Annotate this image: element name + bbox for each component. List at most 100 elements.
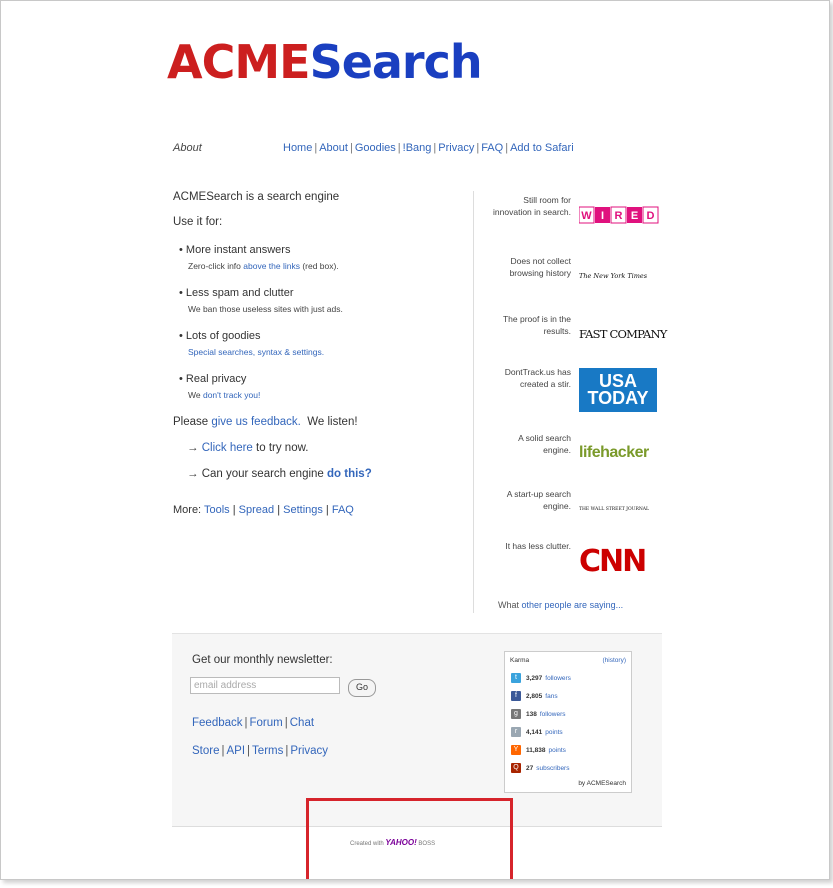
press-quote-text: Still room for innovation in search. [493, 195, 571, 217]
more-settings-link[interactable]: Settings [283, 504, 323, 516]
feedback-line: Please give us feedback. We listen! [173, 416, 358, 428]
bullet-subtext: We don't track you! [188, 390, 261, 400]
press-quote-nyt: Does not collect browsing history The Ne… [481, 256, 663, 296]
twitter-icon: t [511, 673, 521, 683]
cnn-logo: CNN [579, 543, 647, 579]
intro-headline: ACMESearch is a search engine [173, 191, 340, 203]
try-now-line: → Click here to try now. [187, 442, 309, 454]
svg-text:D: D [647, 210, 655, 222]
nyt-logo: The New York Times [579, 272, 648, 280]
nav-about[interactable]: About [319, 142, 348, 154]
reddit-icon: r [511, 727, 521, 737]
svg-text:E: E [631, 210, 638, 222]
karma-row-quora[interactable]: Q 27 subscribers [511, 761, 569, 775]
current-page-label: About [173, 142, 202, 154]
bullet-subtext: Special searches, syntax & settings. [188, 347, 463, 357]
quora-icon: Q [511, 763, 521, 773]
press-quote-text: The proof is in the results. [502, 314, 571, 336]
footer-links-row-2: Store | API | Terms | Privacy [192, 745, 329, 757]
footer-forum-link[interactable]: Forum [250, 717, 283, 729]
nav-bang[interactable]: !Bang [403, 142, 432, 154]
footer-privacy-link[interactable]: Privacy [290, 745, 328, 757]
bullet-less-spam: • Less spam and clutter We ban those use… [179, 287, 463, 314]
nav-home[interactable]: Home [283, 142, 312, 154]
karma-row-reddit[interactable]: r 4,141 points [511, 725, 563, 739]
bullet-title: • Real privacy [179, 373, 247, 385]
email-field[interactable]: email address [190, 677, 340, 694]
bullet-title: • Less spam and clutter [179, 287, 294, 299]
more-faq-link[interactable]: FAQ [332, 504, 354, 516]
footer-chat-link[interactable]: Chat [290, 717, 314, 729]
go-button[interactable]: Go [348, 679, 376, 697]
others-saying-link[interactable]: other people are saying... [522, 600, 624, 610]
above-the-links-link[interactable]: above the links [243, 261, 300, 271]
press-quote-wired: Still room for innovation in search. W I… [481, 195, 663, 235]
karma-widget: Karma (history) t 3,297 followers f 2,805 fa… [504, 651, 632, 793]
wired-logo: W I R E D [579, 195, 661, 235]
bullet-title: • More instant answers [179, 244, 291, 256]
logo-search: Search [309, 35, 483, 89]
nav-faq[interactable]: FAQ [481, 142, 503, 154]
googleplus-icon: g [511, 709, 521, 719]
dont-track-you-link[interactable]: don't track you! [203, 390, 260, 400]
footer-store-link[interactable]: Store [192, 745, 220, 757]
more-spread-link[interactable]: Spread [239, 504, 274, 516]
footer-api-link[interactable]: API [227, 745, 246, 757]
bullet-privacy: • Real privacy We don't track you! [179, 373, 463, 400]
newsletter-title: Get our monthly newsletter: [192, 654, 333, 666]
usatoday-logo: USA TODAY [579, 367, 661, 413]
special-searches-link[interactable]: Special searches, syntax & settings. [188, 347, 324, 357]
footer-links-row-1: Feedback | Forum | Chat [192, 717, 315, 729]
karma-row-facebook[interactable]: f 2,805 fans [511, 689, 558, 703]
svg-text:I: I [601, 210, 604, 222]
bullet-subtext: Zero-click info above the links (red box… [188, 261, 339, 271]
bullet-instant-answers: • More instant answers Zero-click info a… [179, 244, 463, 271]
more-tools-link[interactable]: Tools [204, 504, 230, 516]
wsj-logo: THE WALL STREET JOURNAL [579, 506, 650, 512]
press-quote-text: Does not collect browsing history [509, 256, 571, 278]
column-divider [473, 191, 474, 613]
bullet-title: • Lots of goodies [179, 330, 261, 342]
press-quote-wsj: A start-up search engine. THE WALL STREE… [481, 489, 663, 529]
svg-text:R: R [615, 210, 623, 222]
karma-history-link[interactable]: (history) [603, 657, 626, 664]
use-it-for-label: Use it for: [173, 216, 223, 228]
give-feedback-link[interactable]: give us feedback. [211, 416, 301, 428]
do-this-link[interactable]: do this? [327, 468, 372, 480]
karma-title: Karma [510, 657, 530, 664]
highlight-box [306, 798, 513, 879]
nav-goodies[interactable]: Goodies [355, 142, 396, 154]
press-quote-lifehacker: A solid search engine. lifehacker [481, 433, 663, 473]
press-quote-text: It has less clutter. [505, 541, 571, 551]
intro-column: ACMESearch is a search engine Use it for… [173, 191, 463, 516]
logo-acme: ACME [167, 35, 311, 89]
press-quote-text: DontTrack.us has created a stir. [504, 367, 571, 389]
karma-row-twitter[interactable]: t 3,297 followers [511, 671, 571, 685]
press-quote-cnn: It has less clutter. CNN [481, 541, 663, 581]
karma-row-googleplus[interactable]: g 138 followers [511, 707, 566, 721]
bullet-subtext: We ban those useless sites with just ads… [188, 304, 343, 314]
hackernews-icon: Y [511, 745, 521, 755]
others-saying-line: What other people are saying... [498, 600, 624, 610]
fastcompany-logo: FAST COMPANY [579, 327, 667, 341]
top-nav: Home | About | Goodies | !Bang | Privacy | FAQ | Add… [283, 142, 574, 154]
page: ACMESearch About Home | About | Goodies | !Ban… [0, 0, 830, 880]
press-quote-fastcompany: The proof is in the results. FAST COMPAN… [481, 314, 667, 354]
svg-text:W: W [581, 210, 592, 222]
acmesearch-logo[interactable]: ACMESearch [167, 35, 483, 89]
lifehacker-logo: lifehacker [579, 444, 649, 461]
more-links: More: Tools | Spread | Settings | FAQ [173, 504, 354, 516]
click-here-link[interactable]: Click here [202, 442, 253, 454]
facebook-icon: f [511, 691, 521, 701]
bullet-goodies: • Lots of goodies Special searches, synt… [179, 330, 463, 357]
press-quote-text: A solid search engine. [518, 433, 571, 455]
do-this-line: → Can your search engine do this? [187, 468, 372, 480]
press-quote-text: A start-up search engine. [506, 489, 571, 511]
karma-by-label: by ACMESearch [578, 780, 626, 787]
karma-row-hackernews[interactable]: Y 11,838 points [511, 743, 566, 757]
footer-terms-link[interactable]: Terms [252, 745, 283, 757]
nav-privacy[interactable]: Privacy [438, 142, 474, 154]
nav-add-to-safari[interactable]: Add to Safari [510, 142, 574, 154]
press-quote-usatoday: DontTrack.us has created a stir. USA TOD… [481, 367, 663, 413]
footer-feedback-link[interactable]: Feedback [192, 717, 243, 729]
